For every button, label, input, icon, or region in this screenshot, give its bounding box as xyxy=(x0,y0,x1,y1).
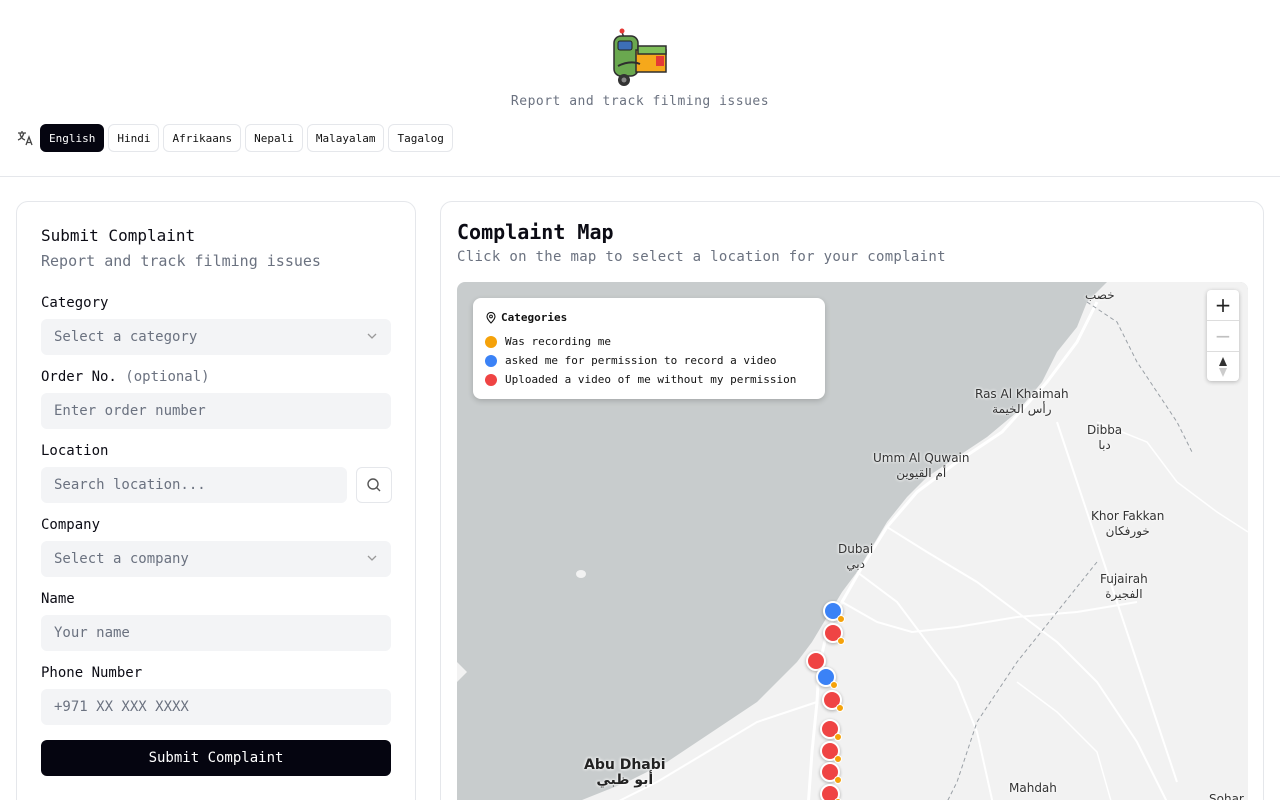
complaint-marker[interactable] xyxy=(822,690,844,712)
company-select[interactable]: Select a company xyxy=(41,541,391,577)
order-optional-text: (optional) xyxy=(125,369,210,385)
complaint-marker[interactable] xyxy=(823,623,845,645)
marker-cluster-dot xyxy=(837,637,845,645)
legend-label: Uploaded a video of me without my permis… xyxy=(505,373,797,386)
zoom-in-button[interactable]: + xyxy=(1207,290,1239,320)
chevron-down-icon xyxy=(367,555,377,561)
legend-item-recording: Was recording me xyxy=(485,335,611,348)
translate-icon xyxy=(17,131,33,146)
language-selector: English Hindi Afrikaans Nepali Malayalam… xyxy=(40,124,453,152)
lang-malayalam-button[interactable]: Malayalam xyxy=(306,124,385,152)
map-legend: Categories Was recording me asked me for… xyxy=(473,298,825,399)
location-search-input[interactable]: Search location... xyxy=(41,467,347,503)
phone-label: Phone Number xyxy=(41,665,143,681)
name-label: Name xyxy=(41,591,75,607)
legend-label: asked me for permission to record a vide… xyxy=(505,354,777,367)
order-label-text: Order No. xyxy=(41,369,117,385)
legend-item-uploaded: Uploaded a video of me without my permis… xyxy=(485,373,796,386)
complaint-marker[interactable] xyxy=(820,784,842,800)
complaint-marker[interactable] xyxy=(816,667,838,689)
legend-title: Categories xyxy=(501,311,568,324)
marker-cluster-dot xyxy=(834,776,842,784)
lang-english-button[interactable]: English xyxy=(40,124,105,152)
location-label: Location xyxy=(41,443,109,459)
marker-cluster-dot xyxy=(834,755,842,763)
marker-cluster-dot xyxy=(834,733,842,741)
legend-dot-orange xyxy=(485,335,497,348)
company-placeholder: Select a company xyxy=(54,551,189,567)
compass-reset-button[interactable] xyxy=(1207,352,1239,382)
place-ras-al-khaimah: Ras Al Khaimah رأس الخيمة xyxy=(975,387,1069,416)
legend-label: Was recording me xyxy=(505,335,611,348)
legend-dot-blue xyxy=(485,354,497,367)
complaint-marker[interactable] xyxy=(820,741,842,763)
place-mahdah: Mahdah xyxy=(1009,781,1057,795)
submit-complaint-button[interactable]: Submit Complaint xyxy=(41,740,391,776)
complaint-marker[interactable] xyxy=(823,601,845,623)
category-placeholder: Select a category xyxy=(54,329,198,345)
search-icon xyxy=(367,478,381,492)
phone-input[interactable]: +971 XX XXX XXXX xyxy=(41,689,391,725)
legend-dot-red xyxy=(485,373,497,386)
form-title: Submit Complaint xyxy=(41,226,196,245)
category-select[interactable]: Select a category xyxy=(41,319,391,355)
complaint-form-card: Submit Complaint Report and track filmin… xyxy=(16,201,416,800)
app-logo xyxy=(613,28,667,86)
compass-icon xyxy=(1219,357,1227,377)
lang-tagalog-button[interactable]: Tagalog xyxy=(388,124,453,152)
company-label: Company xyxy=(41,517,101,533)
map-pin-icon xyxy=(486,312,496,324)
lang-afrikaans-button[interactable]: Afrikaans xyxy=(163,124,242,152)
app-header: Report and track filming issues English … xyxy=(0,0,1280,177)
order-placeholder: Enter order number xyxy=(54,403,206,419)
place-umm-al-quwain: Umm Al Quwain أم القيوين xyxy=(873,451,970,480)
phone-placeholder: +971 XX XXX XXXX xyxy=(54,699,189,715)
marker-cluster-dot xyxy=(836,704,844,712)
place-fujairah: Fujairah الفجيرة xyxy=(1100,572,1148,601)
place-khor-fakkan: Khor Fakkan خورفكان xyxy=(1091,509,1165,538)
place-khasab: خصب xyxy=(1085,288,1115,302)
app-tagline: Report and track filming issues xyxy=(510,94,770,109)
map-canvas[interactable]: خصب Ras Al Khaimah رأس الخيمة Dibba دبا … xyxy=(457,282,1248,800)
complaint-marker[interactable] xyxy=(820,719,842,741)
map-zoom-controls: + − xyxy=(1207,290,1239,381)
place-dibba: Dibba دبا xyxy=(1087,423,1123,452)
marker-cluster-dot xyxy=(837,615,845,623)
map-title: Complaint Map xyxy=(457,220,614,244)
form-subtitle: Report and track filming issues xyxy=(41,252,321,270)
chevron-down-icon xyxy=(367,333,377,339)
location-search-button[interactable] xyxy=(356,467,392,503)
place-sohar: Sohar xyxy=(1209,792,1244,800)
complaint-map-card: Complaint Map Click on the map to select… xyxy=(440,201,1264,800)
order-number-input[interactable]: Enter order number xyxy=(41,393,391,429)
map-subtitle: Click on the map to select a location fo… xyxy=(457,249,946,265)
name-placeholder: Your name xyxy=(54,625,130,641)
complaint-marker[interactable] xyxy=(820,762,842,784)
place-dubai: Dubai دبي xyxy=(838,542,874,571)
category-label: Category xyxy=(41,295,109,311)
location-placeholder: Search location... xyxy=(54,477,206,493)
zoom-out-button[interactable]: − xyxy=(1207,321,1239,351)
legend-item-permission: asked me for permission to record a vide… xyxy=(485,354,777,367)
lang-nepali-button[interactable]: Nepali xyxy=(245,124,303,152)
lang-hindi-button[interactable]: Hindi xyxy=(108,124,160,152)
marker-cluster-dot xyxy=(830,681,838,689)
order-label: Order No. (optional) xyxy=(41,369,210,385)
name-input[interactable]: Your name xyxy=(41,615,391,651)
place-abu-dhabi: Abu Dhabi أبو ظبي xyxy=(584,757,666,788)
